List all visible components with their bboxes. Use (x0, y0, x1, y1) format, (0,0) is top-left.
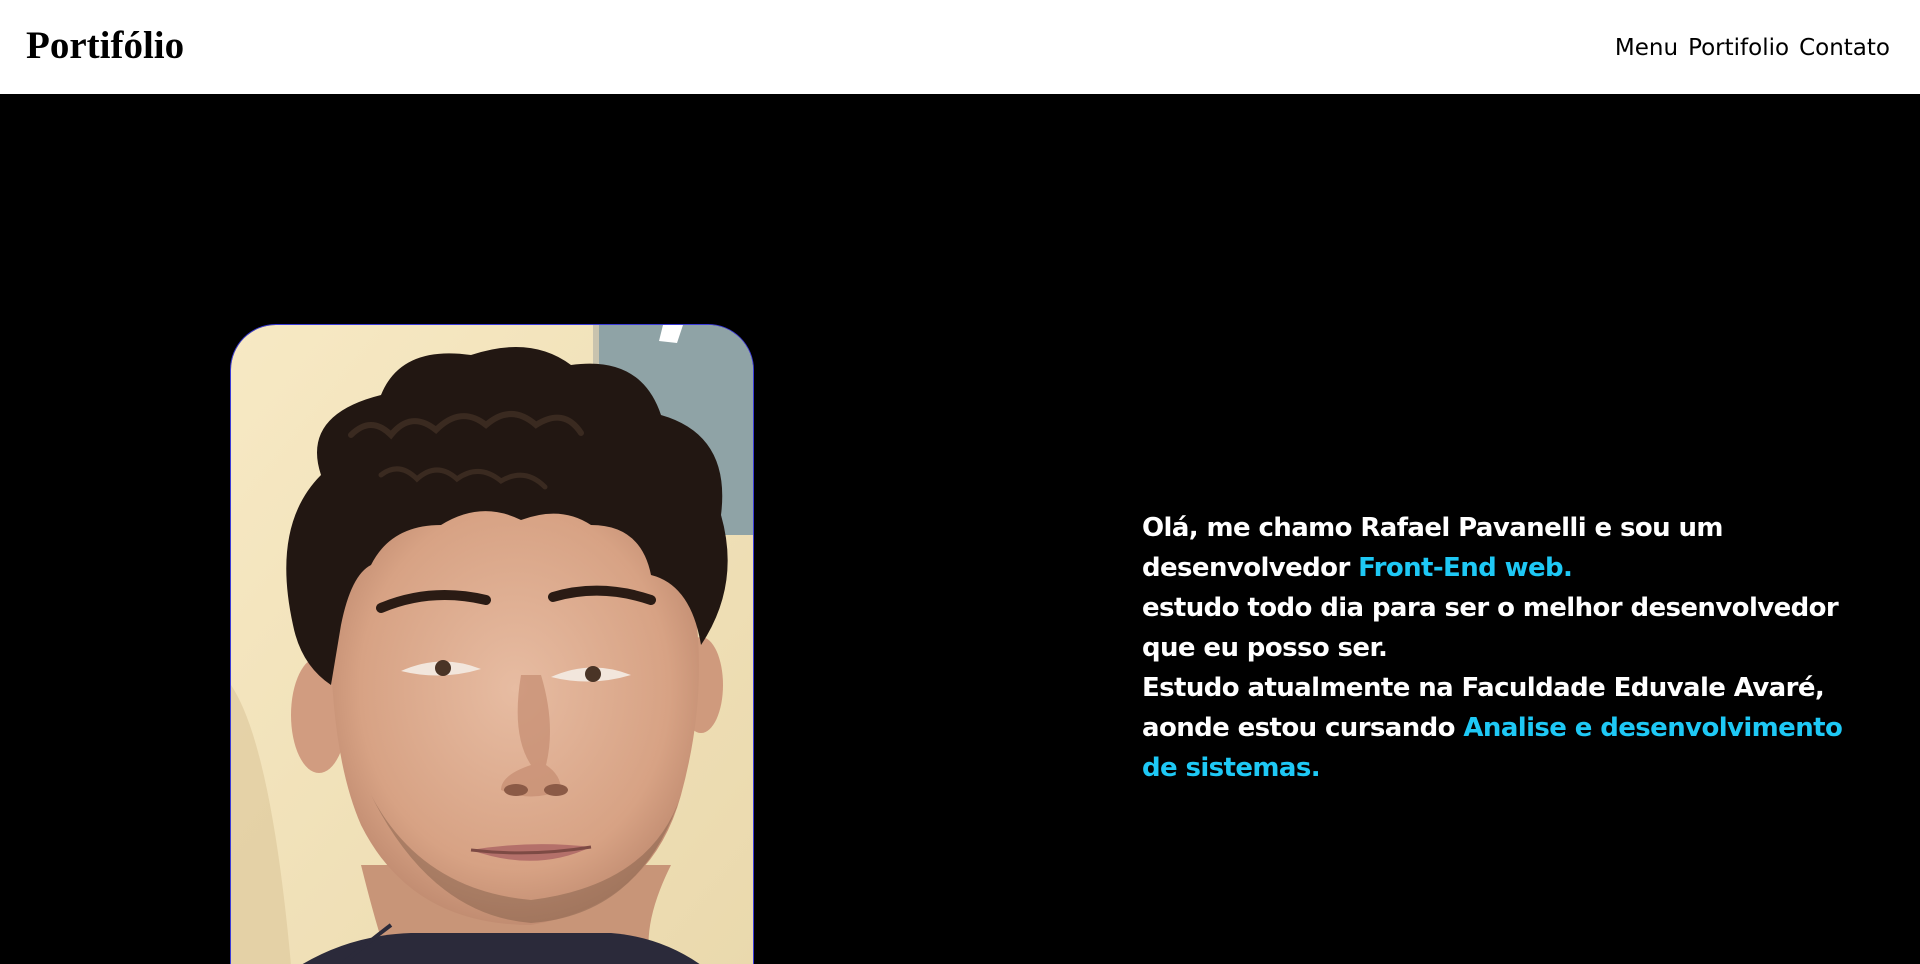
nav-link-contact[interactable]: Contato (1799, 32, 1890, 64)
main-nav: Menu Portifolio Contato (1615, 32, 1890, 64)
intro-highlight-frontend: Front-End web. (1358, 553, 1573, 583)
profile-photo (230, 324, 754, 964)
profile-photo-illustration (231, 325, 753, 964)
site-logo[interactable]: Portifólio (26, 22, 184, 70)
intro-role-prefix: desenvolvedor (1142, 553, 1359, 583)
intro-text: Olá, me chamo Rafael Pavanelli e sou um … (1142, 508, 1862, 788)
nav-link-portfolio[interactable]: Portifolio (1688, 32, 1789, 64)
nav-link-menu[interactable]: Menu (1615, 32, 1678, 64)
hero-section: Olá, me chamo Rafael Pavanelli e sou um … (0, 94, 1920, 964)
site-header: Portifólio Menu Portifolio Contato (0, 0, 1920, 94)
intro-study-daily: estudo todo dia para ser o melhor desenv… (1142, 593, 1839, 663)
intro-greeting: Olá, me chamo Rafael Pavanelli e sou um (1142, 513, 1723, 543)
